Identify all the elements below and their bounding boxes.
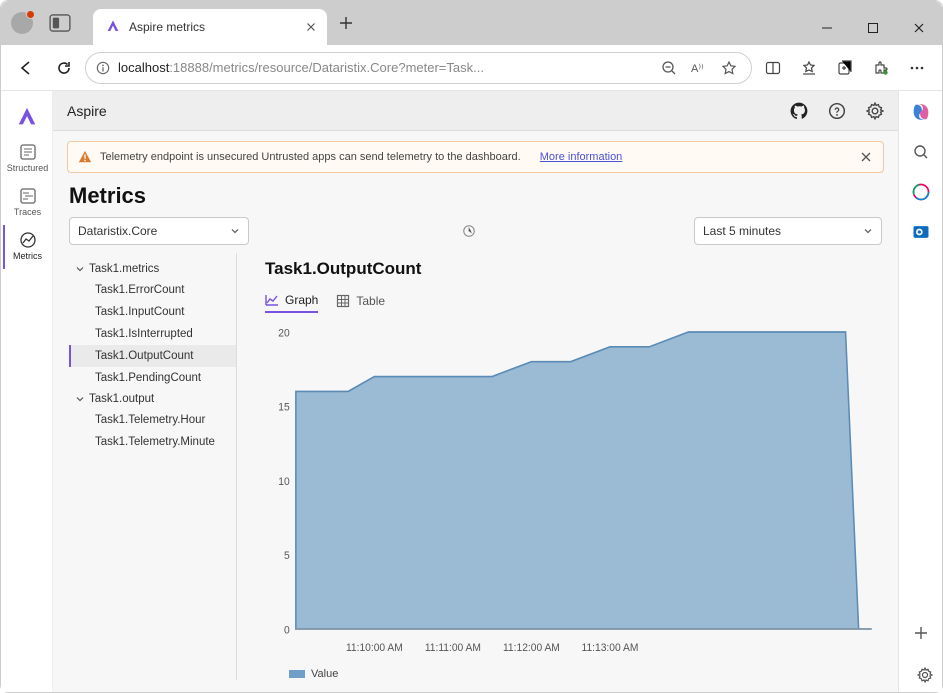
tree-leaf[interactable]: Task1.IsInterrupted [69, 323, 236, 345]
telemetry-warning: Telemetry endpoint is unsecured Untruste… [67, 141, 884, 173]
zoom-out-icon[interactable] [661, 60, 677, 76]
table-icon [336, 294, 350, 308]
profile-avatar[interactable] [11, 12, 33, 34]
alert-close-button[interactable] [859, 150, 873, 164]
warning-icon [78, 150, 92, 164]
tree-leaf[interactable]: Task1.Telemetry.Hour [69, 409, 236, 431]
github-icon[interactable] [790, 102, 808, 120]
tree-group-label: Task1.metrics [89, 263, 159, 275]
tab-graph[interactable]: Graph [265, 293, 318, 313]
aspire-left-nav: Structured Traces Metrics [1, 91, 53, 692]
address-bar[interactable]: localhost:18888/metrics/resource/Dataris… [85, 52, 752, 84]
nav-label: Structured [7, 163, 49, 173]
new-tab-button[interactable] [331, 8, 361, 38]
tree-leaf-selected[interactable]: Task1.OutputCount [69, 345, 236, 367]
nav-traces[interactable]: Traces [3, 181, 51, 225]
add-sidebar-icon[interactable] [910, 622, 932, 644]
resource-value: Dataristix.Core [78, 224, 157, 238]
page-title: Metrics [53, 179, 898, 217]
window-close-button[interactable] [896, 11, 942, 45]
chevron-down-icon [75, 264, 85, 274]
sidebar-settings-icon[interactable] [911, 661, 939, 689]
metric-pane: Task1.OutputCount Graph Table 0 5 10 15 20 11… [237, 253, 882, 680]
legend-swatch [289, 670, 305, 678]
tree-leaf[interactable]: Task1.Telemetry.Minute [69, 431, 236, 453]
chart-legend: Value [265, 662, 882, 680]
browser-tab[interactable]: Aspire metrics [93, 9, 327, 45]
chevron-down-icon [75, 394, 85, 404]
chevron-down-icon [230, 226, 240, 236]
favorites-list-icon[interactable] [792, 51, 826, 85]
workspaces-icon[interactable] [47, 12, 73, 34]
svg-text:11:10:00 AM: 11:10:00 AM [346, 642, 403, 654]
extensions-icon[interactable] [864, 51, 898, 85]
url-text: localhost:18888/metrics/resource/Dataris… [118, 60, 653, 75]
more-icon[interactable] [900, 51, 934, 85]
settings-icon[interactable] [866, 102, 884, 120]
aspire-logo-icon[interactable] [1, 97, 52, 137]
brand-label: Aspire [67, 103, 107, 119]
legend-label: Value [311, 668, 338, 680]
window-titlebar: Aspire metrics [1, 1, 942, 45]
outlook-icon[interactable] [910, 221, 932, 243]
tab-close-button[interactable] [303, 19, 319, 35]
split-screen-icon[interactable] [756, 51, 790, 85]
svg-text:0: 0 [284, 624, 290, 636]
m365-icon[interactable] [910, 181, 932, 203]
read-aloud-icon[interactable]: A⁾⁾ [691, 60, 707, 76]
help-icon[interactable] [828, 102, 846, 120]
tab-label: Table [356, 294, 385, 308]
tree-group-metrics[interactable]: Task1.metrics [69, 259, 236, 279]
aspire-main: Aspire Telemetry endpoint is unsecured U… [53, 91, 898, 692]
nav-metrics[interactable]: Metrics [3, 225, 51, 269]
svg-text:10: 10 [278, 476, 290, 488]
nav-label: Traces [14, 207, 41, 217]
resource-dropdown[interactable]: Dataristix.Core [69, 217, 249, 245]
tree-leaf[interactable]: Task1.ErrorCount [69, 279, 236, 301]
time-range-dropdown[interactable]: Last 5 minutes [694, 217, 882, 245]
browser-toolbar: localhost:18888/metrics/resource/Dataris… [1, 45, 942, 91]
svg-text:20: 20 [278, 327, 290, 339]
back-button[interactable] [9, 51, 43, 85]
alert-text: Telemetry endpoint is unsecured Untruste… [100, 151, 521, 163]
svg-text:15: 15 [278, 401, 290, 413]
favorite-icon[interactable] [721, 60, 737, 76]
tab-label: Graph [285, 293, 318, 307]
view-tabs: Graph Table [265, 293, 882, 321]
window-minimize-button[interactable] [804, 11, 850, 45]
nav-label: Metrics [13, 251, 42, 261]
graph-icon [265, 293, 279, 307]
refresh-button[interactable] [47, 51, 81, 85]
tree-leaf[interactable]: Task1.InputCount [69, 301, 236, 323]
tree-leaf[interactable]: Task1.PendingCount [69, 367, 236, 389]
site-info-icon[interactable] [96, 61, 110, 75]
tree-group-label: Task1.output [89, 393, 154, 405]
search-icon[interactable] [910, 141, 932, 163]
app-header: Aspire [53, 91, 898, 131]
clock-icon [462, 224, 476, 238]
tree-group-output[interactable]: Task1.output [69, 389, 236, 409]
svg-text:A⁾⁾: A⁾⁾ [691, 63, 704, 75]
chevron-down-icon [863, 226, 873, 236]
chart: 0 5 10 15 20 11:10:00 AM 11:11:00 AM 11:12:00 A… [265, 321, 882, 662]
alert-link[interactable]: More information [540, 151, 623, 163]
tab-table[interactable]: Table [336, 293, 385, 313]
tab-title: Aspire metrics [129, 20, 295, 34]
edge-right-sidebar [898, 91, 942, 692]
nav-structured[interactable]: Structured [3, 137, 51, 181]
collections-icon[interactable] [828, 51, 862, 85]
svg-text:11:13:00 AM: 11:13:00 AM [582, 642, 639, 654]
metrics-tree: Task1.metrics Task1.ErrorCount Task1.Inp… [69, 253, 237, 680]
window-maximize-button[interactable] [850, 11, 896, 45]
aspire-favicon-icon [105, 19, 121, 35]
svg-text:11:11:00 AM: 11:11:00 AM [425, 642, 481, 654]
svg-text:11:12:00 AM: 11:12:00 AM [503, 642, 560, 654]
range-value: Last 5 minutes [703, 224, 781, 238]
metric-title: Task1.OutputCount [265, 253, 882, 293]
svg-text:5: 5 [284, 550, 290, 562]
copilot-icon[interactable] [910, 101, 932, 123]
